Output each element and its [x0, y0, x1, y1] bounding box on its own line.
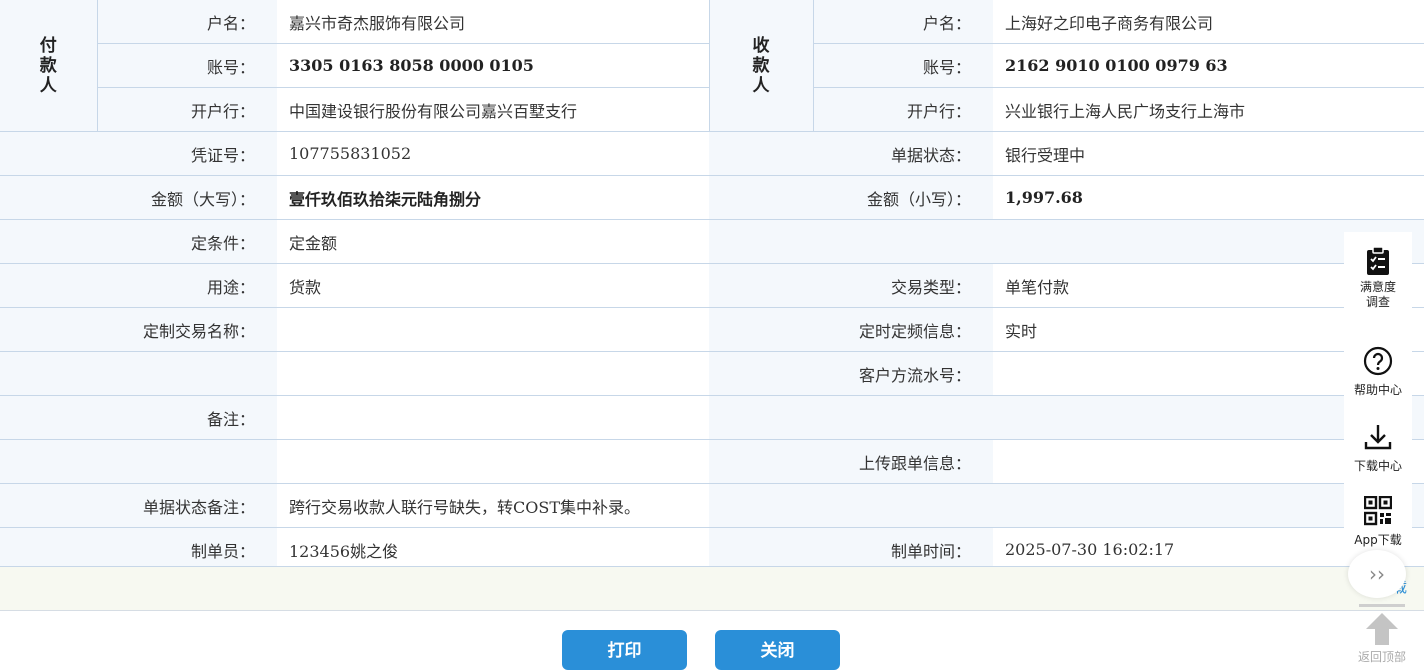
- maker-label: 制单员：: [0, 527, 277, 572]
- status-value: 银行受理中: [993, 131, 1424, 176]
- survey-label: 满意度 调查: [1359, 280, 1396, 309]
- receipt-detail: 付 款 人 户名： 嘉兴市奇杰服饰有限公司 收 款 人 户名： 上海好之印电子商…: [0, 0, 1424, 572]
- amount-upper-value: 壹仟玖佰玖拾柒元陆角捌分: [277, 175, 709, 220]
- maker-value: 123456姚之俊: [277, 527, 709, 572]
- download-center-button[interactable]: 下载中心: [1344, 408, 1412, 484]
- payee-bank-label: 开户行：: [813, 87, 993, 132]
- payee-name-label: 户名：: [813, 0, 993, 44]
- empty-label: [709, 395, 993, 440]
- payee-side-label: 收 款 人: [709, 0, 814, 132]
- empty-label: [709, 219, 993, 264]
- empty-label: [0, 439, 277, 484]
- condition-value: 定金额: [277, 219, 709, 264]
- amount-lower-value: 1,997.68: [993, 175, 1424, 220]
- amount-upper-label: 金额（大写）：: [0, 175, 277, 220]
- remark-label: 备注：: [0, 395, 277, 440]
- payee-account-value: 2162 9010 0100 0979 63: [993, 43, 1424, 88]
- upload-label: 上传跟单信息：: [709, 439, 993, 484]
- table-row: 定制交易名称： 定时定频信息： 实时: [0, 307, 1424, 352]
- status-label: 单据状态：: [709, 131, 993, 176]
- serial-label: 客户方流水号：: [709, 351, 993, 396]
- download-icon: [1364, 425, 1392, 450]
- print-button[interactable]: 打印: [562, 630, 687, 670]
- survey-button[interactable]: 满意度 调查: [1344, 232, 1412, 332]
- empty-label: [0, 351, 277, 396]
- custom-name-value: [277, 307, 709, 352]
- payer-account-value: 3305 0163 8058 0000 0105: [277, 43, 710, 88]
- voucher-value: 107755831052: [277, 131, 709, 176]
- purpose-value: 货款: [277, 263, 709, 308]
- app-download-button[interactable]: App下载: [1344, 484, 1412, 554]
- remark-value: [277, 395, 709, 440]
- receipt-table: 付 款 人 户名： 嘉兴市奇杰服饰有限公司 收 款 人 户名： 上海好之印电子商…: [0, 0, 1424, 572]
- divider: [1359, 604, 1405, 607]
- payer-side-label: 付 款 人: [0, 0, 98, 132]
- custom-name-label: 定制交易名称：: [0, 307, 277, 352]
- back-to-top-button[interactable]: 返回顶部: [1352, 604, 1412, 664]
- collapse-sidebar-button[interactable]: ››: [1348, 550, 1406, 598]
- payer-bank-label: 开户行：: [97, 87, 277, 132]
- payee-bank-value: 兴业银行上海人民广场支行上海市: [993, 87, 1424, 132]
- backtop-label: 返回顶部: [1357, 650, 1406, 664]
- download-label: 下载中心: [1353, 459, 1402, 473]
- txn-type-label: 交易类型：: [709, 263, 993, 308]
- condition-label: 定条件：: [0, 219, 277, 264]
- arrow-up-icon: [1366, 613, 1398, 645]
- close-button[interactable]: 关闭: [715, 630, 840, 670]
- table-row: 付 款 人 户名： 嘉兴市奇杰服饰有限公司 收 款 人 户名： 上海好之印电子商…: [0, 0, 1424, 132]
- payer-name-value: 嘉兴市奇杰服饰有限公司: [277, 0, 710, 44]
- payer-name-label: 户名：: [97, 0, 277, 44]
- purpose-label: 用途：: [0, 263, 277, 308]
- empty-label: [709, 483, 993, 528]
- table-row: 定条件： 定金额: [0, 219, 1424, 264]
- table-row: 金额（大写）： 壹仟玖佰玖拾柒元陆角捌分 金额（小写）： 1,997.68: [0, 175, 1424, 220]
- status-remark-label: 单据状态备注：: [0, 483, 277, 528]
- table-row: 单据状态备注： 跨行交易收款人联行号缺失，转COST集中补录。: [0, 483, 1424, 528]
- clipboard-icon: [1367, 246, 1389, 275]
- table-row: 制单员： 123456姚之俊 制单时间： 2025-07-30 16:02:17: [0, 527, 1424, 572]
- payee-name-value: 上海好之印电子商务有限公司: [993, 0, 1424, 44]
- qrcode-icon: [1364, 496, 1392, 526]
- table-row: 上传跟单信息：: [0, 439, 1424, 484]
- table-row: 客户方流水号：: [0, 351, 1424, 396]
- schedule-label: 定时定频信息：: [709, 307, 993, 352]
- payer-bank-value: 中国建设银行股份有限公司嘉兴百墅支行: [277, 87, 710, 132]
- make-time-label: 制单时间：: [709, 527, 993, 572]
- floating-sidebar: 满意度 调查 帮助中心 下载中心 App下载: [1344, 232, 1412, 554]
- app-label: App下载: [1354, 533, 1402, 547]
- footer-band: [0, 566, 1424, 611]
- help-label: 帮助中心: [1353, 383, 1402, 397]
- payee-account-label: 账号：: [813, 43, 993, 88]
- payer-account-label: 账号：: [97, 43, 277, 88]
- empty-value: [277, 439, 709, 484]
- voucher-label: 凭证号：: [0, 131, 277, 176]
- help-center-button[interactable]: 帮助中心: [1344, 332, 1412, 408]
- empty-value: [277, 351, 709, 396]
- status-remark-value: 跨行交易收款人联行号缺失，转COST集中补录。: [277, 483, 709, 528]
- table-row: 凭证号： 107755831052 单据状态： 银行受理中: [0, 131, 1424, 176]
- table-row: 用途： 货款 交易类型： 单笔付款: [0, 263, 1424, 308]
- table-row: 备注：: [0, 395, 1424, 440]
- amount-lower-label: 金额（小写）：: [709, 175, 993, 220]
- question-icon: [1363, 346, 1393, 376]
